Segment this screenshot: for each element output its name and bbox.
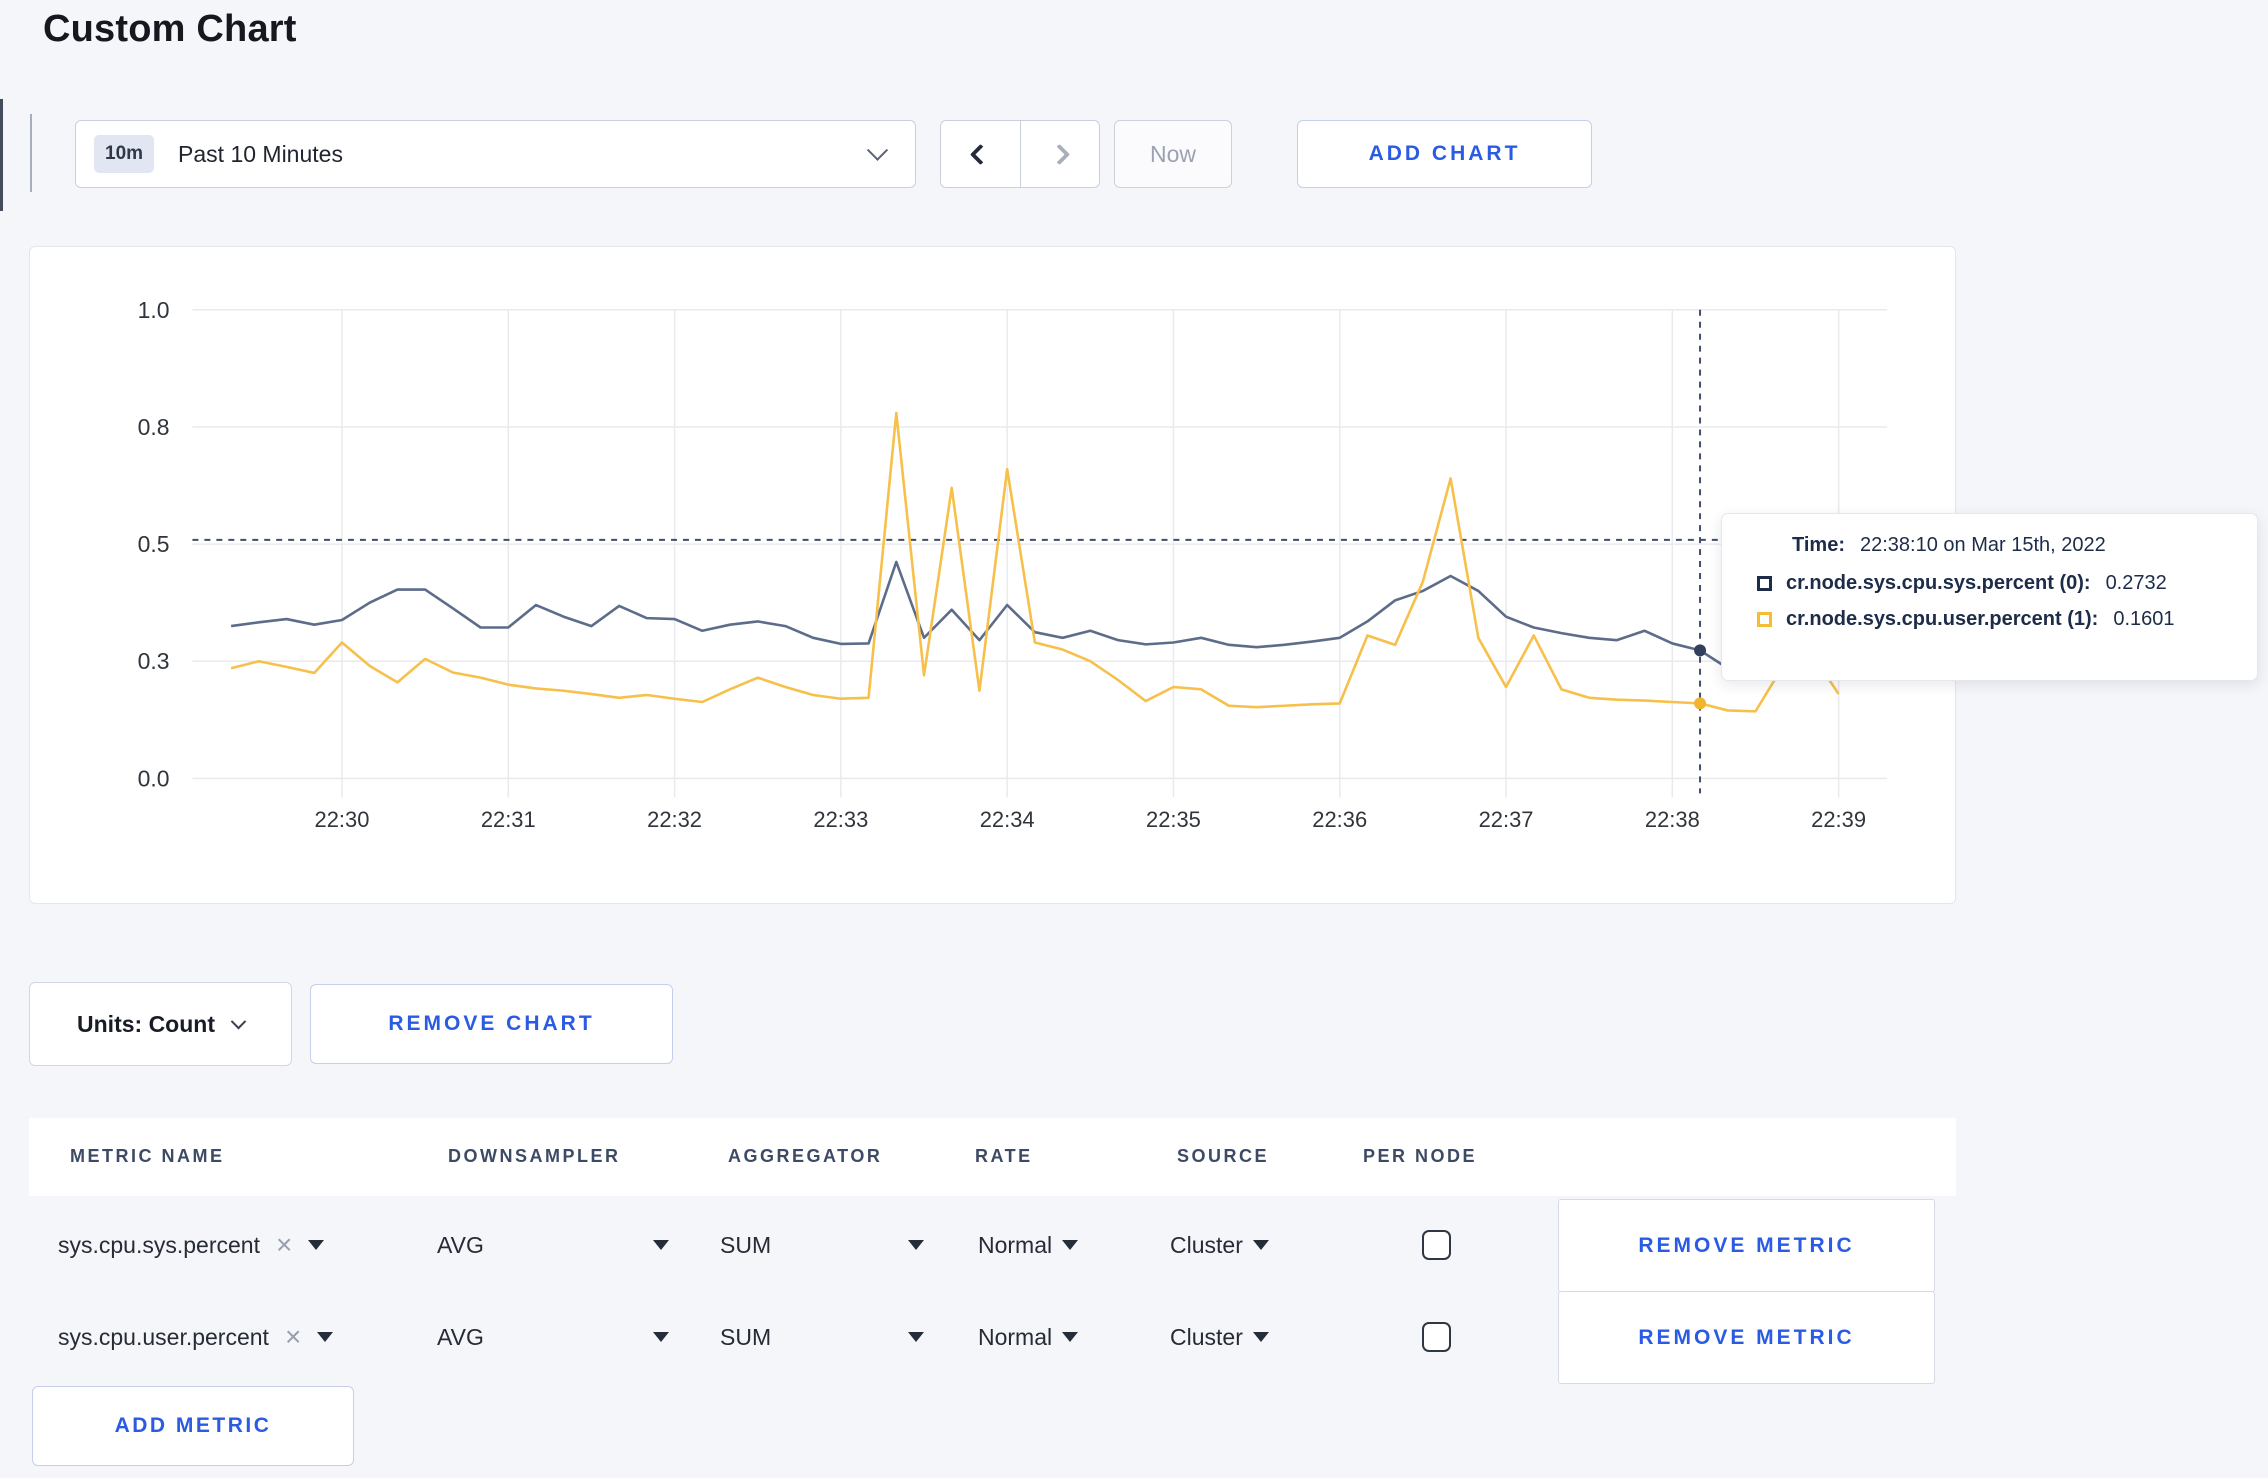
tooltip-series-name: cr.node.sys.cpu.sys.percent (0): [1786, 572, 2091, 594]
metric-name-select[interactable]: sys.cpu.user.percent × [58, 1291, 334, 1383]
page-title: Custom Chart [43, 8, 297, 50]
tooltip-series-value: 0.2732 [2105, 572, 2167, 594]
tooltip-time-row: Time: 22:38:10 on Mar 15th, 2022 [1792, 534, 2257, 557]
x-axis-tick-label: 22:38 [1645, 807, 1700, 832]
chevron-down-icon [866, 139, 889, 161]
sys-percent-line [230, 560, 1867, 670]
chart-card: 0.0 0.3 0.5 0.8 1.0 22:30 22:31 22:32 22:33 22:34… [29, 246, 1956, 904]
aggregator-value: SUM [720, 1323, 772, 1350]
x-axis-tick-label: 22:31 [481, 807, 536, 832]
rate-value: Normal [978, 1231, 1053, 1258]
column-header-per-node: PER NODE [1363, 1146, 1478, 1166]
custom-chart-page: Custom Chart 10m Past 10 Minutes Now ADD… [0, 0, 2268, 1478]
clear-metric-icon[interactable]: × [276, 1231, 292, 1259]
chevron-right-icon [1049, 143, 1071, 165]
chevron-down-icon [230, 1013, 247, 1029]
tooltip-time-value: 22:38:10 on Mar 15th, 2022 [1859, 534, 2106, 556]
column-header-downsampler: DOWNSAMPLER [448, 1146, 621, 1166]
dropdown-caret-icon [1062, 1240, 1079, 1250]
downsampler-select[interactable]: AVG [437, 1199, 669, 1291]
x-axis-tick-label: 22:33 [813, 807, 868, 832]
y-axis-tick-label: 0.5 [138, 531, 170, 557]
dropdown-caret-icon [653, 1240, 669, 1250]
source-value: Cluster [1170, 1323, 1243, 1350]
tooltip-series-name: cr.node.sys.cpu.user.percent (1): [1786, 608, 2099, 630]
x-axis-tick-label: 22:32 [647, 807, 702, 832]
clear-metric-icon[interactable]: × [285, 1323, 301, 1351]
dropdown-caret-icon [653, 1332, 669, 1342]
remove-metric-button[interactable]: REMOVE METRIC [1558, 1291, 1935, 1384]
next-range-button[interactable] [1021, 121, 1100, 187]
dropdown-caret-icon [908, 1332, 924, 1342]
rate-value: Normal [978, 1323, 1053, 1350]
tooltip-time-label: Time: [1792, 534, 1845, 556]
tooltip-series-value: 0.1601 [2113, 608, 2175, 630]
per-node-checkbox[interactable] [1422, 1322, 1451, 1352]
toolbar-divider [30, 114, 32, 192]
dropdown-caret-icon [1252, 1332, 1269, 1342]
downsampler-value: AVG [437, 1231, 484, 1258]
per-node-checkbox[interactable] [1422, 1230, 1451, 1260]
x-axis-tick-label: 22:30 [315, 807, 370, 832]
aggregator-select[interactable]: SUM [720, 1291, 924, 1383]
user-series-swatch-icon [1757, 612, 1772, 627]
sys-series-swatch-icon [1757, 576, 1772, 591]
prev-range-button[interactable] [941, 121, 1021, 187]
units-dropdown[interactable]: Units: Count [29, 982, 292, 1066]
downsampler-value: AVG [437, 1323, 484, 1350]
column-header-metric-name: METRIC NAME [70, 1146, 225, 1166]
aggregator-select[interactable]: SUM [720, 1199, 924, 1291]
chart-tooltip: Time: 22:38:10 on Mar 15th, 2022 cr.node.… [1721, 513, 2258, 681]
rate-select[interactable]: Normal [978, 1199, 1079, 1291]
timeseries-chart[interactable]: 0.0 0.3 0.5 0.8 1.0 22:30 22:31 22:32 22:33 22:34… [30, 247, 1955, 903]
source-value: Cluster [1170, 1231, 1243, 1258]
source-select[interactable]: Cluster [1170, 1291, 1269, 1383]
y-axis-tick-label: 0.3 [138, 648, 170, 674]
column-header-source: SOURCE [1177, 1146, 1270, 1166]
y-axis-tick-label: 0.8 [138, 414, 170, 440]
metrics-table-header: METRIC NAME DOWNSAMPLER AGGREGATOR RATE … [29, 1118, 1956, 1196]
dropdown-caret-icon [1252, 1240, 1269, 1250]
x-axis-tick-label: 22:37 [1479, 807, 1534, 832]
metric-name-value: sys.cpu.user.percent [58, 1323, 269, 1350]
page-edge-line [0, 99, 3, 211]
aggregator-value: SUM [720, 1231, 772, 1258]
time-range-badge: 10m [94, 135, 155, 173]
time-range-dropdown[interactable]: 10m Past 10 Minutes [75, 120, 916, 188]
x-axis-tick-label: 22:34 [980, 807, 1035, 832]
remove-metric-button[interactable]: REMOVE METRIC [1558, 1199, 1935, 1292]
user-percent-line [230, 411, 1840, 713]
x-axis-tick-label: 22:35 [1146, 807, 1201, 832]
y-axis-tick-label: 1.0 [138, 297, 170, 323]
x-axis-tick-label: 22:39 [1811, 807, 1866, 832]
source-select[interactable]: Cluster [1170, 1199, 1269, 1291]
chevron-left-icon [969, 143, 991, 165]
column-header-rate: RATE [975, 1146, 1033, 1166]
dropdown-caret-icon [308, 1240, 325, 1250]
dropdown-caret-icon [908, 1240, 924, 1250]
tooltip-series-row: cr.node.sys.cpu.sys.percent (0): 0.2732 [1757, 572, 2257, 595]
user-percent-hover-dot [1694, 697, 1707, 710]
dropdown-caret-icon [317, 1332, 334, 1342]
units-label: Units: Count [77, 1010, 215, 1037]
add-metric-button[interactable]: ADD METRIC [32, 1386, 354, 1466]
sys-percent-hover-dot [1694, 644, 1707, 657]
metric-name-value: sys.cpu.sys.percent [58, 1231, 260, 1258]
add-chart-button[interactable]: ADD CHART [1297, 120, 1592, 188]
downsampler-select[interactable]: AVG [437, 1291, 669, 1383]
time-nav-group [940, 120, 1100, 188]
metric-row: sys.cpu.sys.percent × AVG SUM Normal Clu… [29, 1199, 1956, 1292]
metric-row: sys.cpu.user.percent × AVG SUM Normal Cl… [29, 1291, 1956, 1384]
now-button[interactable]: Now [1114, 120, 1232, 188]
metric-name-select[interactable]: sys.cpu.sys.percent × [58, 1199, 325, 1291]
y-axis-tick-label: 0.0 [138, 765, 170, 791]
dropdown-caret-icon [1062, 1332, 1079, 1342]
column-header-aggregator: AGGREGATOR [728, 1146, 883, 1166]
rate-select[interactable]: Normal [978, 1291, 1079, 1383]
tooltip-series-row: cr.node.sys.cpu.user.percent (1): 0.1601 [1757, 608, 2257, 631]
time-range-label: Past 10 Minutes [178, 140, 343, 167]
remove-chart-button[interactable]: REMOVE CHART [310, 984, 673, 1064]
x-axis-tick-label: 22:36 [1312, 807, 1367, 832]
